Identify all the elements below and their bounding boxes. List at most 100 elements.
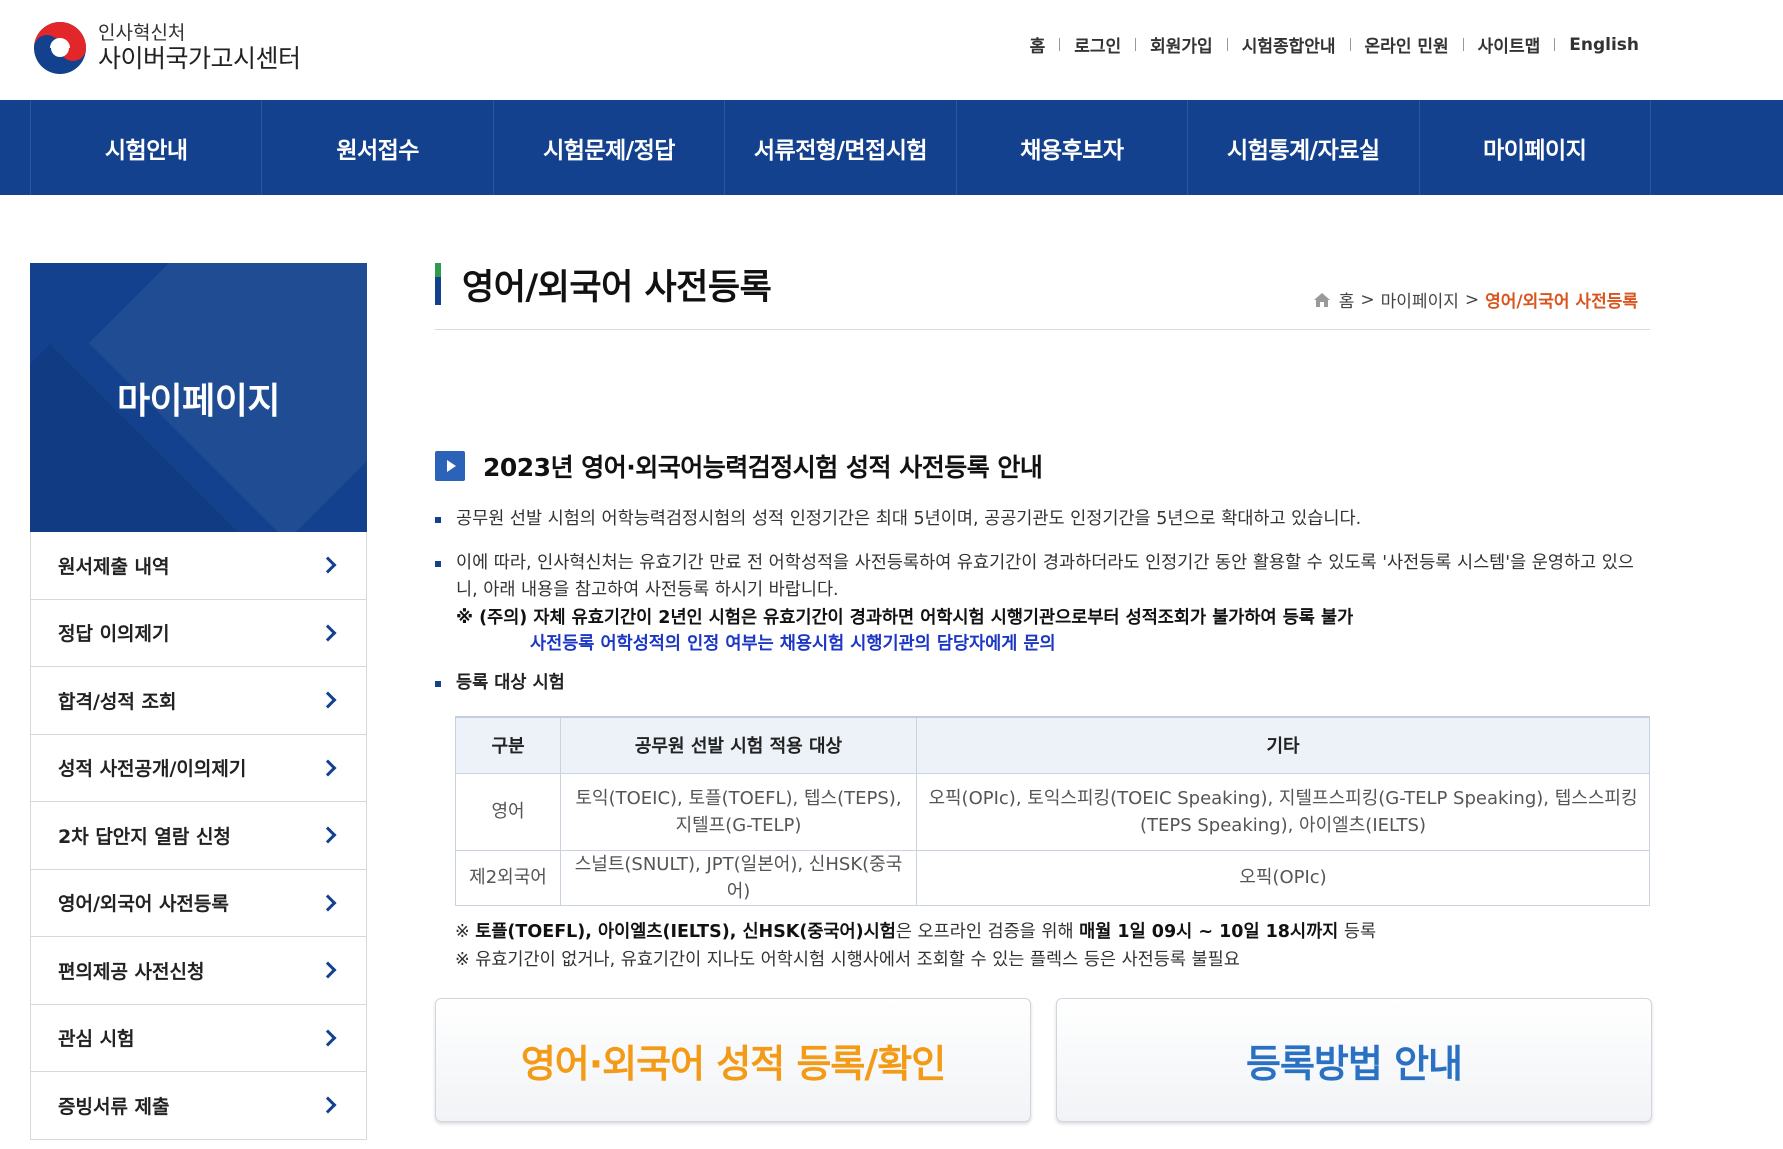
util-link-signup[interactable]: 회원가입 [1150,32,1213,57]
util-divider [1135,38,1137,51]
breadcrumb: 홈 > 마이페이지 > 영어/외국어 사전등록 [1313,287,1638,312]
nav-item-document-interview[interactable]: 서류전형/면접시험 [725,100,957,195]
util-link-home[interactable]: 홈 [1030,32,1046,57]
footnote-period: 매월 1일 09시 ~ 10일 18시까지 [1079,922,1339,942]
breadcrumb-separator: > [1360,289,1375,310]
table-cell-etc: 오픽(OPIc) [916,849,1650,906]
sidebar-item-application-history[interactable]: 원서제출 내역 [31,532,366,600]
sidebar-item-label: 정답 이의제기 [58,623,170,646]
table-cell-etc: 오픽(OPIc), 토익스피킹(TOEIC Speaking), 지텔프스피킹(… [916,772,1650,851]
util-link-login[interactable]: 로그인 [1074,32,1121,57]
section-title: 2023년 영어·외국어능력검정시험 성적 사전등록 안내 [483,453,1043,482]
inquiry-note: 사전등록 어학성적의 인정 여부는 채용시험 시행기관의 담당자에게 문의 [530,634,1056,654]
footnote-text: 은 오프라인 검증을 위해 [895,922,1080,942]
sidebar-item-label: 성적 사전공개/이의제기 [58,758,247,781]
breadcrumb-parent[interactable]: 마이페이지 [1381,287,1459,312]
section-heading: 2023년 영어·외국어능력검정시험 성적 사전등록 안내 [435,448,1043,484]
chevron-right-icon [319,1029,337,1047]
util-divider [1462,38,1464,51]
table-row: 제2외국어 스널트(SNULT), JPT(일본어), 신HSK(중국어) 오픽… [455,849,1650,906]
breadcrumb-current: 영어/외국어 사전등록 [1485,292,1638,312]
chevron-right-icon [319,691,337,709]
nav-item-mypage[interactable]: 마이페이지 [1420,100,1651,195]
table-cell-category: 영어 [455,772,561,851]
sidebar-header: 마이페이지 [30,263,367,532]
util-divider [1226,38,1228,51]
nav-item-candidates[interactable]: 채용후보자 [957,100,1189,195]
sidebar-item-label: 합격/성적 조회 [58,690,177,713]
site-logo[interactable]: 인사혁신처 사이버국가고시센터 [30,18,301,78]
sidebar-item-interest-exam[interactable]: 관심 시험 [31,1005,366,1072]
guide-text: 공무원 선발 시험의 어학능력검정시험의 성적 인정기간은 최대 5년이며, 공… [435,506,1650,697]
sidebar-item-label: 편의제공 사전신청 [58,960,205,983]
table-row: 영어 토익(TOEIC), 토플(TOEFL), 텝스(TEPS), 지텔프(G… [455,772,1650,851]
government-emblem-icon [30,18,90,78]
sidebar-item-label: 관심 시험 [58,1028,135,1051]
nav-item-application[interactable]: 원서접수 [262,100,494,195]
chevron-right-icon [319,826,337,844]
table-header-category: 구분 [455,716,561,774]
footnote-exams: 토플(TOEFL), 아이엘츠(IELTS), 신HSK(중국어)시험 [475,922,896,942]
nav-item-exam-info[interactable]: 시험안내 [31,100,263,195]
site-header: 인사혁신처 사이버국가고시센터 홈 로그인 회원가입 시험종합안내 온라인 민원… [0,0,1783,100]
target-exam-table: 구분 공무원 선발 시험 적용 대상 기타 영어 토익(TOEIC), 토플(T… [455,716,1650,906]
util-link-english[interactable]: English [1569,35,1639,55]
nav-item-questions-answers[interactable]: 시험문제/정답 [494,100,726,195]
util-divider [1059,38,1061,51]
footnote-text: 등록 [1338,922,1377,942]
caution-note: ※ (주의) 자체 유효기간이 2년인 시험은 유효기간이 경과하면 어학시험 … [456,608,1354,628]
util-divider [1349,38,1351,51]
footnote-no-registration: ※ 유효기간이 없거나, 유효기간이 지나도 어학시험 시행사에서 조회할 수 … [455,950,1240,970]
target-exams-label: 등록 대상 시험 [435,670,1650,697]
chevron-right-icon [319,894,337,912]
table-cell-civil-service: 스널트(SNULT), JPT(일본어), 신HSK(중국어) [560,849,917,906]
breadcrumb-home[interactable]: 홈 [1339,287,1355,312]
footnote-offline-verification: ※ 토플(TOEFL), 아이엘츠(IELTS), 신HSK(중국어)시험은 오… [455,918,1376,946]
page-title: 영어/외국어 사전등록 [462,268,772,308]
chevron-right-icon [319,759,337,777]
sidebar-item-accommodation[interactable]: 편의제공 사전신청 [31,937,366,1005]
sidebar-item-label: 증빙서류 제출 [58,1095,170,1118]
footnotes: ※ 토플(TOEFL), 아이엘츠(IELTS), 신HSK(중국어)시험은 오… [455,918,1376,974]
sidebar-item-label: 원서제출 내역 [58,555,170,578]
title-accent-bar [435,263,441,305]
home-icon[interactable] [1313,292,1331,308]
logo-ministry-text: 인사혁신처 [98,21,186,44]
table-cell-category: 제2외국어 [455,849,561,906]
chevron-right-icon [319,556,337,574]
guide-bullet-2: 이에 따라, 인사혁신처는 유효기간 만료 전 어학성적을 사전등록하여 유효기… [435,550,1650,604]
main-content: 영어/외국어 사전등록 홈 > 마이페이지 > 영어/외국어 사전등록 2023… [435,263,1652,1122]
chevron-right-icon [319,1096,337,1114]
sidebar: 마이페이지 원서제출 내역 정답 이의제기 합격/성적 조회 성적 사전공개/이… [30,263,367,1140]
sidebar-menu: 원서제출 내역 정답 이의제기 합격/성적 조회 성적 사전공개/이의제기 2차… [30,532,367,1140]
util-link-exam-guide[interactable]: 시험종합안내 [1242,32,1336,57]
sidebar-item-documents[interactable]: 증빙서류 제출 [31,1072,366,1140]
breadcrumb-separator: > [1464,289,1480,310]
utility-nav: 홈 로그인 회원가입 시험종합안내 온라인 민원 사이트맵 English [1030,32,1639,58]
sidebar-title: 마이페이지 [116,380,281,422]
sidebar-item-answer-objection[interactable]: 정답 이의제기 [31,600,366,667]
register-score-button[interactable]: 영어·외국어 성적 등록/확인 [435,998,1031,1122]
sidebar-item-language-preregistration[interactable]: 영어/외국어 사전등록 [31,870,366,937]
sidebar-item-label: 2차 답안지 열람 신청 [58,825,231,848]
chevron-right-icon [319,624,337,642]
sidebar-item-answer-sheet[interactable]: 2차 답안지 열람 신청 [31,802,366,870]
sidebar-item-label: 영어/외국어 사전등록 [58,893,229,916]
nav-item-statistics[interactable]: 시험통계/자료실 [1188,100,1420,195]
registration-guide-button[interactable]: 등록방법 안내 [1056,998,1652,1122]
sidebar-item-result-check[interactable]: 합격/성적 조회 [31,667,366,735]
logo-site-name: 사이버국가고시센터 [98,43,301,73]
footnote-mark: ※ [455,922,476,942]
util-link-sitemap[interactable]: 사이트맵 [1478,32,1541,57]
table-header-etc: 기타 [916,716,1650,774]
util-link-online-petition[interactable]: 온라인 민원 [1365,32,1449,57]
main-nav: 시험안내 원서접수 시험문제/정답 서류전형/면접시험 채용후보자 시험통계/자… [0,100,1783,195]
play-arrow-icon [435,451,465,481]
guide-bullet-1: 공무원 선발 시험의 어학능력검정시험의 성적 인정기간은 최대 5년이며, 공… [435,506,1650,533]
util-divider [1554,38,1556,51]
chevron-right-icon [319,961,337,979]
table-cell-civil-service: 토익(TOEIC), 토플(TOEFL), 텝스(TEPS), 지텔프(G-TE… [560,772,917,851]
page-title-row: 영어/외국어 사전등록 홈 > 마이페이지 > 영어/외국어 사전등록 [435,263,1650,330]
table-header-civil-service: 공무원 선발 시험 적용 대상 [560,716,917,774]
sidebar-item-score-preview[interactable]: 성적 사전공개/이의제기 [31,735,366,802]
